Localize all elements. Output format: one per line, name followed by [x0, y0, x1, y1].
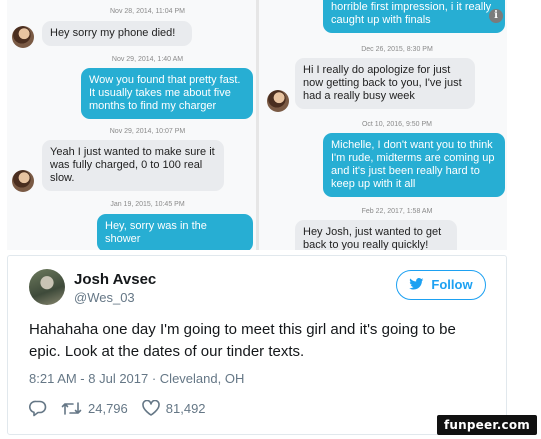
author-name[interactable]: Josh Avsec — [74, 271, 156, 288]
left-chat-panel: Nov 28, 2014, 11:04 PM Hey sorry my phon… — [7, 0, 256, 250]
follow-button[interactable]: Follow — [396, 270, 486, 300]
retweet-count: 24,796 — [88, 400, 128, 416]
info-icon[interactable]: i — [489, 9, 503, 23]
tweet-timestamp-location[interactable]: 8:21 AM - 8 Jul 2017 · Cleveland, OH — [29, 371, 244, 386]
follow-label: Follow — [431, 277, 473, 292]
chat-screenshots: Nov 28, 2014, 11:04 PM Hey sorry my phon… — [7, 0, 507, 250]
outgoing-message: Wow you found that pretty fast. It usual… — [81, 68, 253, 119]
timestamp: Nov 28, 2014, 11:04 PM — [110, 8, 185, 15]
match-avatar — [12, 170, 34, 192]
tweet-text: Hahahaha one day I'm going to meet this … — [29, 321, 456, 360]
reply-button[interactable] — [29, 400, 47, 417]
watermark: funpeer.com — [436, 415, 537, 435]
like-button[interactable]: 81,492 — [141, 400, 206, 416]
reply-icon — [29, 400, 47, 416]
match-avatar — [267, 90, 289, 112]
incoming-message: Hey sorry my phone died! — [42, 21, 192, 46]
tweet-actions: 24,796 81,492 — [29, 398, 220, 418]
retweet-icon — [61, 401, 82, 415]
incoming-message: Hi I really do apologize for just now ge… — [295, 58, 475, 109]
like-count: 81,492 — [165, 400, 206, 416]
timestamp: Nov 29, 2014, 10:07 PM — [109, 128, 186, 135]
timestamp: Feb 22, 2017, 1:58 AM — [361, 208, 433, 215]
outgoing-message: Michelle, I don't want you to think I'm … — [323, 133, 505, 197]
timestamp: Jan 19, 2015, 10:45 PM — [110, 201, 185, 208]
incoming-message: Hey Josh, just wanted to get back to you… — [295, 220, 457, 250]
twitter-bird-icon — [409, 278, 424, 290]
timestamp: Nov 29, 2014, 1:40 AM — [111, 56, 184, 63]
outgoing-message: horrible first impression, i it really c… — [323, 0, 505, 33]
author-handle[interactable]: @Wes_03 — [74, 290, 135, 305]
heart-icon — [141, 400, 160, 416]
right-chat-panel: horrible first impression, i it really c… — [259, 0, 507, 250]
match-avatar — [12, 26, 34, 48]
tweet-card: Josh Avsec @Wes_03 Follow Hahahaha one d… — [7, 255, 507, 435]
author-avatar[interactable] — [29, 269, 65, 305]
timestamp: Oct 10, 2016, 9:50 PM — [361, 121, 433, 128]
retweet-button[interactable]: 24,796 — [61, 401, 128, 416]
incoming-message: Yeah I just wanted to make sure it was f… — [42, 140, 224, 191]
outgoing-message: Hey, sorry was in the shower — [97, 214, 253, 250]
timestamp: Dec 26, 2015, 8:30 PM — [361, 46, 433, 53]
